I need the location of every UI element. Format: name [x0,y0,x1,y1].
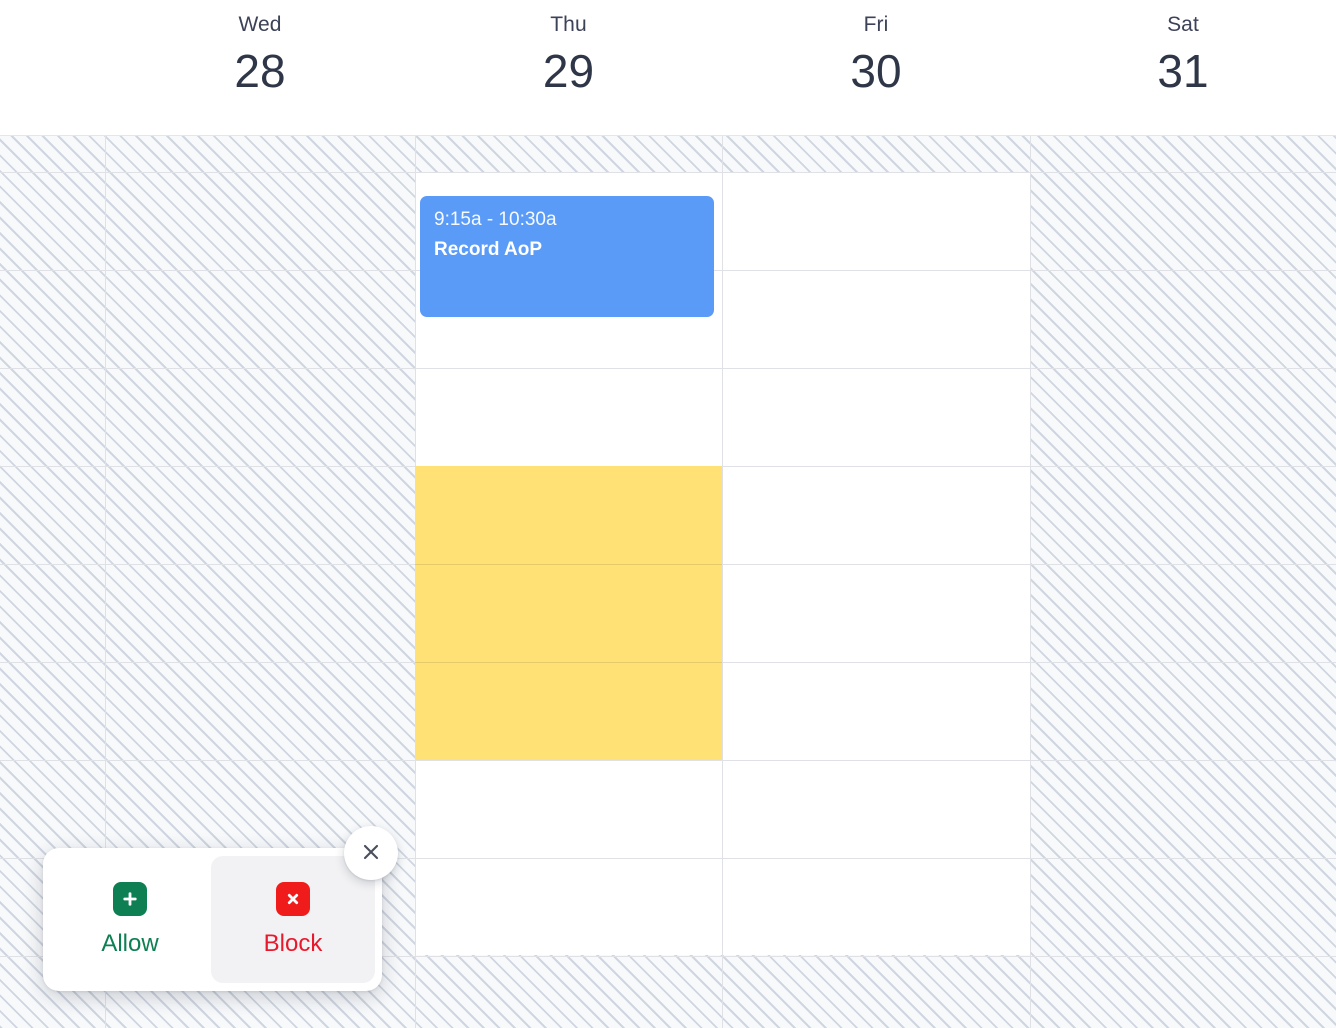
close-icon [360,841,382,866]
day-name-sat: Sat [1167,13,1199,36]
allow-button[interactable]: Allow [48,856,212,983]
day-header-fri[interactable]: Fri 30 [722,0,1030,136]
day-header-wed[interactable]: Wed 28 [105,0,415,136]
calendar-event[interactable]: 9:15a - 10:30a Record AoP [420,196,714,317]
event-time: 9:15a - 10:30a [434,209,557,230]
calendar-week-view: Wed 28 Thu 29 Fri 30 Sat 31 9:15a - 10:3… [0,0,1336,1028]
day-header-sat[interactable]: Sat 31 [1030,0,1336,136]
day-number-30: 30 [850,45,902,97]
busy-block[interactable] [415,466,722,760]
day-number-29: 29 [542,45,595,97]
busy-block-gridline [415,564,722,565]
day-name-wed: Wed [238,13,282,36]
allow-label: Allow [101,929,159,957]
plus-icon [113,881,147,916]
close-icon-button[interactable] [344,826,398,880]
day-divider-3 [1030,136,1031,1028]
permission-popup: Allow Block [43,848,382,991]
hour-gridline-0 [0,172,1336,173]
hour-gridline-2 [0,368,1336,369]
calendar-header: Wed 28 Thu 29 Fri 30 Sat 31 [0,0,1336,136]
block-label: Block [263,929,323,957]
day-name-fri: Fri [863,13,889,36]
hour-gridline-6 [0,760,1336,761]
day-name-thu: Thu [550,13,587,36]
event-title: Record AoP [434,239,543,260]
busy-block-gridline [415,662,722,663]
day-header-thu[interactable]: Thu 29 [415,0,722,136]
day-number-31: 31 [1157,45,1209,97]
day-divider-2 [722,136,723,1028]
block-button[interactable]: Block [211,856,375,983]
x-icon [276,881,310,916]
day-number-28: 28 [234,45,286,97]
